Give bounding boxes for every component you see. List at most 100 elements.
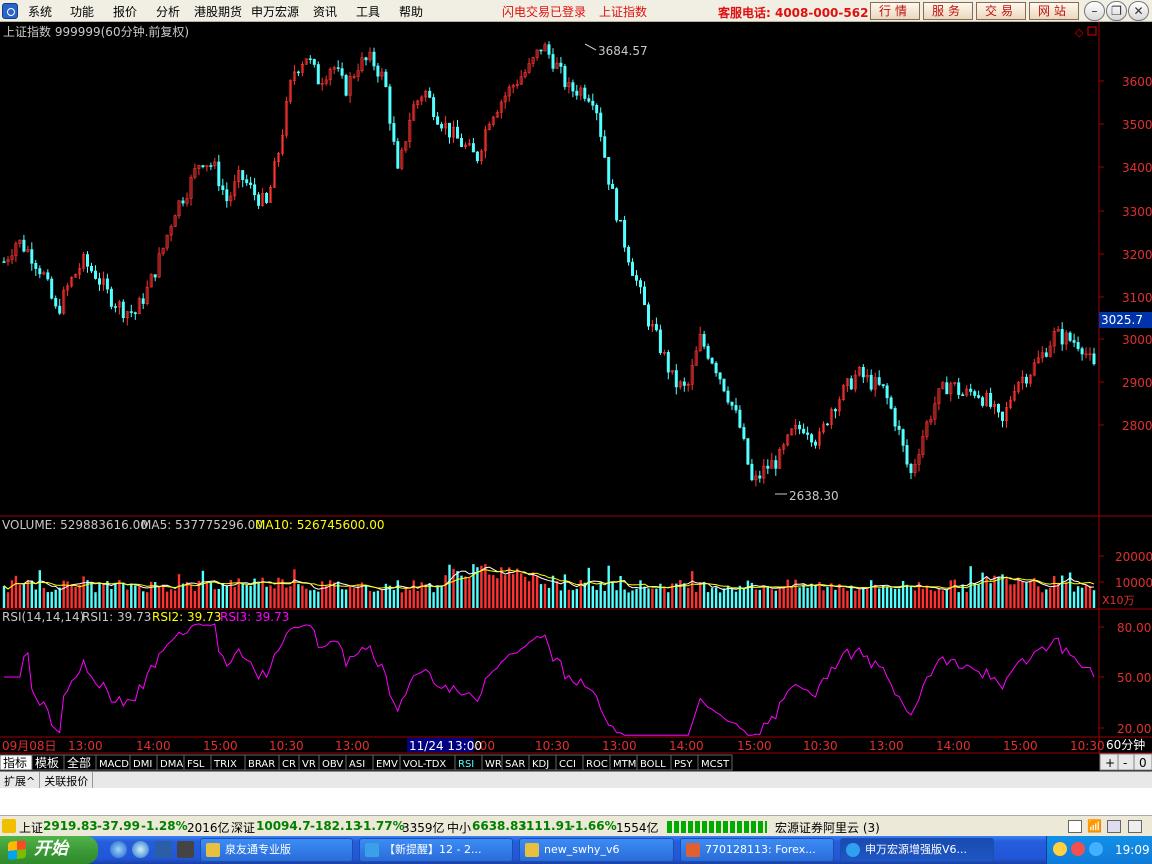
indicator-tab-label[interactable]: MACD: [99, 759, 129, 770]
indicator-tab-label[interactable]: DMA: [160, 759, 183, 770]
sound-icon[interactable]: [1128, 820, 1142, 833]
indicator-tab-label[interactable]: VR: [302, 759, 316, 770]
volume-ma5: MA5: 537775296.00: [141, 518, 263, 532]
candle-body: [623, 220, 627, 248]
service-button[interactable]: 服务: [923, 2, 973, 20]
volume-bar: [834, 589, 837, 608]
indicator-tab-label[interactable]: RSI: [458, 759, 474, 770]
signal-icon[interactable]: 📶: [1087, 819, 1102, 833]
indicator-tab-label[interactable]: KDJ: [532, 759, 549, 770]
layout-icon[interactable]: [1068, 820, 1082, 833]
candle-body: [225, 189, 229, 202]
indicator-tab-label[interactable]: SAR: [505, 759, 525, 770]
add-indicator-label[interactable]: +: [1105, 756, 1115, 770]
volume-bar: [997, 576, 1000, 608]
volume-bar: [575, 588, 578, 608]
indicator-tab-label[interactable]: 指标: [3, 755, 27, 770]
trade-button[interactable]: 交易: [976, 2, 1026, 20]
trade-login-notice[interactable]: 闪电交易已登录: [502, 3, 586, 20]
menu-news[interactable]: 资讯: [313, 3, 337, 20]
candle-body: [674, 370, 678, 388]
indicator-tab-label[interactable]: 模板: [35, 756, 59, 770]
lock-icon[interactable]: [1107, 820, 1121, 833]
current-symbol-notice[interactable]: 上证指数: [599, 3, 647, 20]
server-name[interactable]: 宏源证券阿里云 (3): [775, 819, 880, 836]
candle-body: [384, 71, 388, 87]
volume-bar: [245, 585, 248, 608]
ie-alt-icon[interactable]: [132, 841, 149, 858]
remove-indicator-label[interactable]: -: [1123, 756, 1127, 770]
candle-body: [1060, 329, 1064, 345]
task-forex[interactable]: 770128113: Forex...: [680, 838, 834, 862]
volume-bar: [241, 583, 244, 608]
volume-bar: [933, 591, 937, 608]
menu-function[interactable]: 功能: [70, 3, 94, 20]
x-label: 14:00: [136, 739, 171, 753]
volume-bar: [408, 589, 411, 608]
volume-bar: [901, 581, 905, 608]
indicator-tab-label[interactable]: VOL-TDX: [403, 759, 446, 770]
indicator-tab-label[interactable]: EMV: [376, 759, 398, 770]
app-logo-icon[interactable]: [2, 3, 18, 19]
task-reminder[interactable]: 【新提醒】12 - 2...: [359, 838, 513, 862]
volume-bar: [710, 588, 714, 608]
candle-body: [46, 272, 50, 280]
start-button[interactable]: 开始: [0, 836, 98, 864]
task-quanyoutong[interactable]: 泉友通专业版: [200, 838, 353, 862]
indicator-tab-label[interactable]: MCST: [701, 759, 730, 770]
indicator-tab-label[interactable]: 全部: [67, 755, 91, 770]
alert-icon[interactable]: [2, 819, 16, 833]
indicator-tab-label[interactable]: PSY: [674, 759, 693, 770]
menu-swhy[interactable]: 申万宏源: [251, 3, 299, 20]
kline-chart[interactable]: 上证指数 999999(60分钟.前复权) ◇ 3600 3500 3400 3…: [0, 22, 1152, 771]
menu-system[interactable]: 系统: [28, 3, 52, 20]
diamond-icon[interactable]: ◇: [1075, 26, 1084, 39]
menu-analysis[interactable]: 分析: [156, 3, 180, 20]
indicator-tab-label[interactable]: WR: [485, 759, 502, 770]
indicator-tab-label[interactable]: ASI: [349, 759, 365, 770]
indicator-tab-label[interactable]: BRAR: [248, 759, 275, 770]
windows-taskbar: 开始 泉友通专业版 【新提醒】12 - 2... new_swhy_v6 770…: [0, 836, 1152, 864]
website-button[interactable]: 网站: [1029, 2, 1079, 20]
tray-security-icon[interactable]: [1071, 842, 1085, 856]
candle-body: [706, 345, 710, 359]
candle-body: [571, 82, 575, 92]
close-icon[interactable]: ✕: [1128, 1, 1149, 21]
indicator-tab-label[interactable]: CR: [282, 759, 296, 770]
indicator-tab-label[interactable]: DMI: [133, 759, 152, 770]
ie-icon[interactable]: [110, 841, 127, 858]
rsi-tick: 80.00: [1117, 621, 1151, 635]
indicator-tab-label[interactable]: ROC: [586, 759, 608, 770]
tray-network-icon[interactable]: [1089, 842, 1103, 856]
menu-help[interactable]: 帮助: [399, 3, 423, 20]
desktop-icon[interactable]: [155, 841, 172, 858]
tray-chat-icon[interactable]: [1053, 842, 1067, 856]
indicator-tab-label[interactable]: TRIX: [213, 759, 237, 770]
indicator-tab-label[interactable]: CCI: [559, 759, 576, 770]
task-new-swhy[interactable]: new_swhy_v6: [519, 838, 674, 862]
x-label: 13:00: [335, 739, 370, 753]
volume-bar: [297, 584, 300, 608]
volume-bar: [714, 587, 718, 608]
volume-bar: [110, 589, 113, 608]
task-swhy-app[interactable]: 申万宏源增强版V6...: [840, 838, 994, 862]
restore-icon[interactable]: ❐: [1106, 1, 1127, 21]
indicator-tab-label[interactable]: FSL: [187, 759, 205, 770]
volume-bar: [257, 581, 260, 608]
volume-bar: [94, 592, 97, 608]
indicator-tab-label[interactable]: MTM: [613, 759, 636, 770]
minimize-icon[interactable]: –: [1084, 1, 1105, 21]
indicator-tab-label[interactable]: BOLL: [640, 759, 666, 770]
period-label[interactable]: 60分钟: [1106, 737, 1145, 752]
volume-bar: [213, 589, 216, 608]
menu-hk-futures[interactable]: 港股期货: [194, 3, 242, 20]
x-label: 13:00: [68, 739, 103, 753]
quote-button[interactable]: 行情: [870, 2, 920, 20]
reset-indicator-label[interactable]: 0: [1139, 756, 1147, 770]
menu-quote[interactable]: 报价: [113, 3, 137, 20]
menu-tools[interactable]: 工具: [356, 3, 380, 20]
indicator-tab-label[interactable]: OBV: [322, 759, 343, 770]
candle-body: [825, 423, 829, 426]
media-icon[interactable]: [177, 841, 194, 858]
volume-bar: [555, 581, 559, 608]
